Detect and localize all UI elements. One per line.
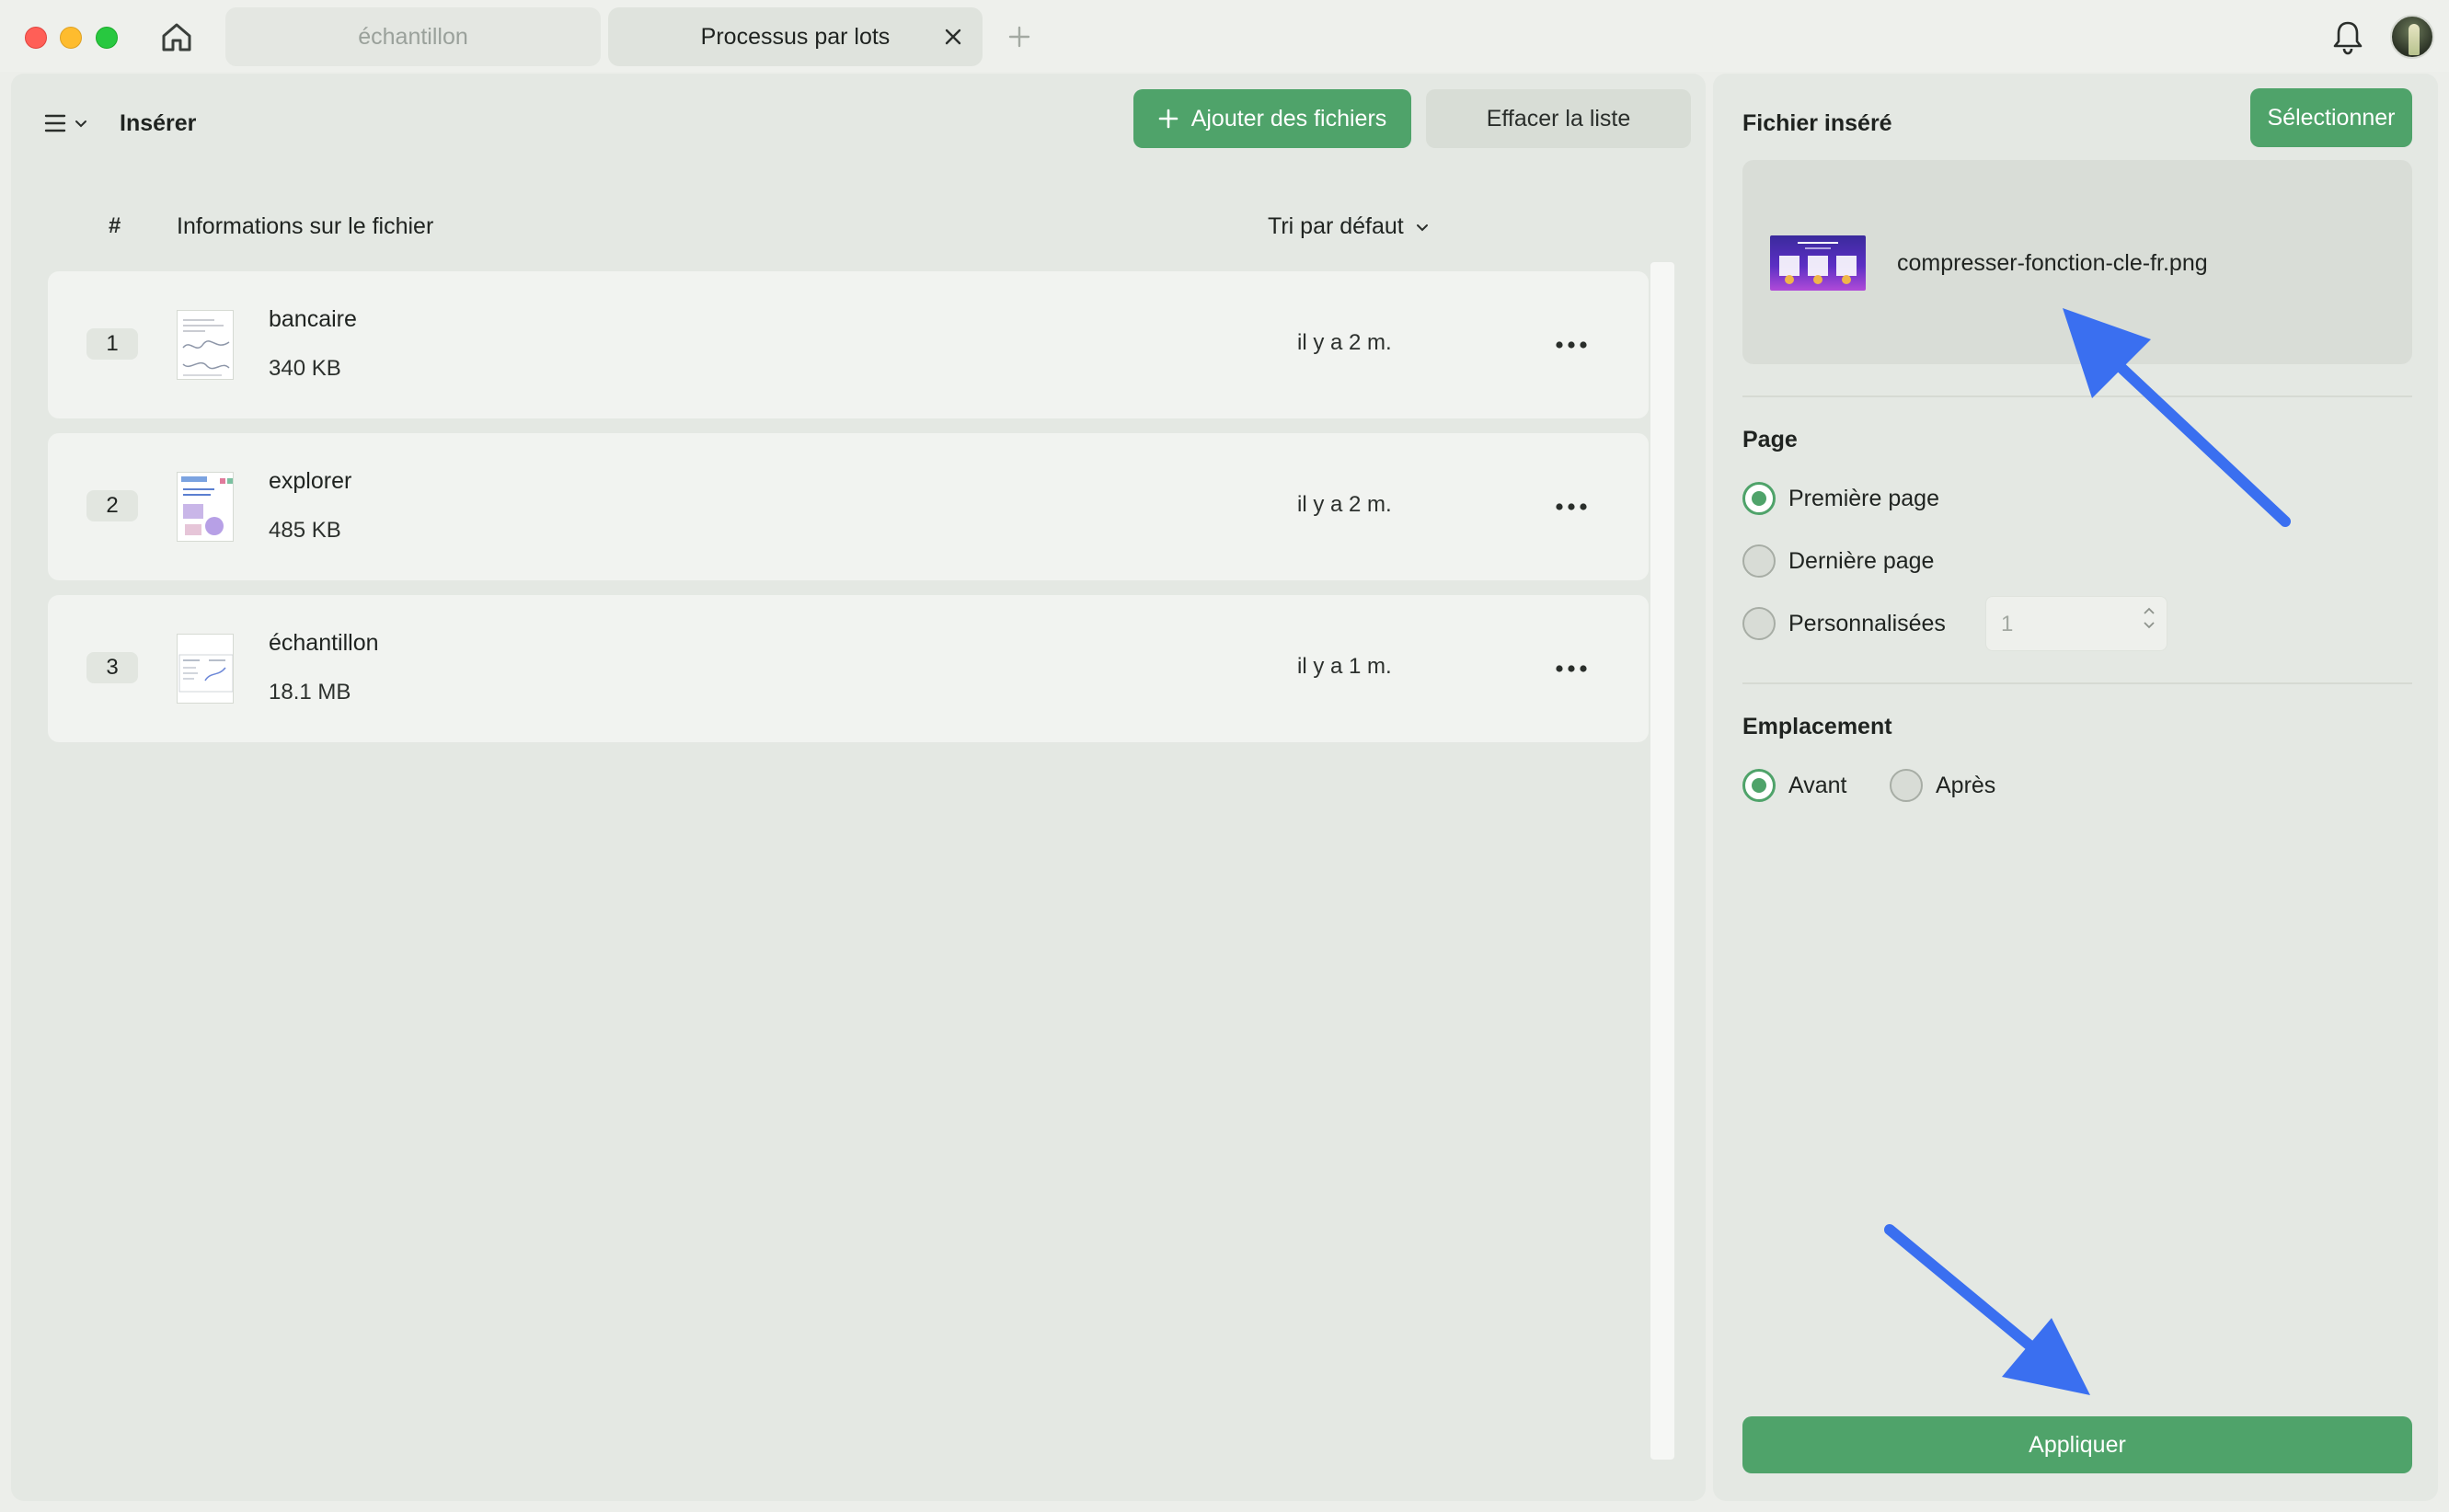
title-bar: échantillon Processus par lots: [0, 0, 2449, 72]
file-number: 1: [86, 328, 138, 360]
file-time: il y a 1 m.: [1297, 654, 1392, 679]
sort-dropdown[interactable]: Tri par défaut: [1268, 213, 1430, 240]
insert-settings-panel: Fichier inséré Sélectionner compresser-f…: [1713, 74, 2438, 1501]
plus-icon: [1008, 26, 1030, 48]
notifications-button[interactable]: [2328, 17, 2368, 57]
file-time: il y a 2 m.: [1297, 492, 1392, 517]
new-tab-button[interactable]: [1001, 18, 1038, 55]
radio-custom-pages[interactable]: Personnalisées: [1742, 607, 1946, 640]
file-row[interactable]: 3 échantillon 18.1 MB il y a 1 m.: [48, 595, 1649, 742]
file-size: 18.1 MB: [269, 680, 351, 704]
file-thumbnail: [177, 634, 234, 704]
radio-label: Personnalisées: [1788, 610, 1946, 636]
user-avatar[interactable]: [2390, 15, 2434, 59]
home-button[interactable]: [156, 17, 197, 57]
column-header-number: #: [109, 213, 121, 238]
section-divider: [1742, 395, 2412, 397]
page-section-label: Page: [1742, 427, 1798, 452]
apply-button[interactable]: Appliquer: [1742, 1416, 2412, 1473]
file-thumbnail: [177, 472, 234, 542]
window-minimize-button[interactable]: [60, 27, 82, 49]
inserted-file-title: Fichier inséré: [1742, 110, 1892, 136]
menu-icon: [44, 114, 66, 132]
radio-label: Première page: [1788, 485, 1939, 511]
clear-list-label: Effacer la liste: [1486, 105, 1631, 132]
radio-label: Après: [1936, 772, 1996, 798]
radio-button[interactable]: [1890, 769, 1923, 802]
file-number: 3: [86, 652, 138, 683]
tab-close-button[interactable]: [940, 24, 966, 50]
file-list-panel: Insérer Ajouter des fichiers Effacer la …: [11, 74, 1706, 1501]
radio-button-selected[interactable]: [1742, 482, 1776, 515]
list-scrollbar[interactable]: [1650, 262, 1674, 1460]
more-options-button[interactable]: [1551, 326, 1592, 363]
section-divider: [1742, 682, 2412, 684]
chevron-down-icon: [75, 120, 86, 128]
file-time: il y a 2 m.: [1297, 330, 1392, 355]
inserted-file-card: compresser-fonction-cle-fr.png: [1742, 160, 2412, 364]
radio-last-page[interactable]: Dernière page: [1742, 544, 1934, 578]
inserted-file-name: compresser-fonction-cle-fr.png: [1897, 250, 2208, 276]
radio-label: Avant: [1788, 772, 1847, 798]
add-files-button[interactable]: Ajouter des fichiers: [1133, 89, 1411, 148]
column-header-file-info: Informations sur le fichier: [177, 213, 434, 239]
radio-before[interactable]: Avant: [1742, 769, 1846, 802]
more-icon: [1556, 503, 1587, 510]
select-file-button[interactable]: Sélectionner: [2250, 88, 2412, 147]
radio-label: Dernière page: [1788, 547, 1935, 574]
add-files-label: Ajouter des fichiers: [1190, 105, 1387, 132]
stepper-arrows[interactable]: [2143, 606, 2156, 630]
inserted-file-thumbnail: [1770, 235, 1866, 291]
file-name: échantillon: [269, 630, 379, 656]
home-icon: [162, 23, 191, 52]
custom-page-value: 1: [2001, 612, 2014, 636]
chevron-up-icon[interactable]: [2143, 606, 2156, 615]
tab-label: Processus par lots: [700, 23, 891, 50]
more-options-button[interactable]: [1551, 650, 1592, 687]
file-row[interactable]: 2 explorer 485 KB il y a 2 m.: [48, 433, 1649, 580]
file-name: bancaire: [269, 306, 357, 332]
chevron-down-icon: [1416, 223, 1428, 231]
radio-after[interactable]: Après: [1890, 769, 1995, 802]
radio-first-page[interactable]: Première page: [1742, 482, 1939, 515]
panel-title: Insérer: [120, 110, 197, 136]
clear-list-button[interactable]: Effacer la liste: [1426, 89, 1691, 148]
sort-label: Tri par défaut: [1268, 213, 1404, 239]
more-options-button[interactable]: [1551, 488, 1592, 525]
file-row[interactable]: 1 bancaire 340 KB il y a 2 m.: [48, 271, 1649, 418]
chevron-down-icon[interactable]: [2143, 621, 2156, 630]
file-list: 1 bancaire 340 KB il y a 2 m. 2 explorer…: [48, 271, 1649, 757]
more-icon: [1556, 665, 1587, 672]
radio-button[interactable]: [1742, 607, 1776, 640]
bell-icon: [2333, 21, 2363, 55]
window-maximize-button[interactable]: [96, 27, 118, 49]
tab-label: échantillon: [358, 23, 468, 50]
select-label: Sélectionner: [2267, 104, 2396, 131]
menu-toggle[interactable]: [42, 101, 88, 145]
custom-page-stepper[interactable]: 1: [1985, 596, 2167, 651]
plus-icon: [1158, 109, 1178, 129]
more-icon: [1556, 341, 1587, 349]
radio-button[interactable]: [1742, 544, 1776, 578]
tab-processus-par-lots[interactable]: Processus par lots: [608, 7, 983, 66]
close-icon: [945, 29, 961, 45]
window-close-button[interactable]: [25, 27, 47, 49]
placement-section-label: Emplacement: [1742, 714, 1892, 739]
file-name: explorer: [269, 468, 352, 494]
file-size: 485 KB: [269, 518, 341, 543]
radio-button-selected[interactable]: [1742, 769, 1776, 802]
file-number: 2: [86, 490, 138, 521]
file-thumbnail: [177, 310, 234, 380]
tab-echantillon[interactable]: échantillon: [225, 7, 601, 66]
apply-label: Appliquer: [2029, 1431, 2126, 1458]
file-size: 340 KB: [269, 356, 341, 381]
